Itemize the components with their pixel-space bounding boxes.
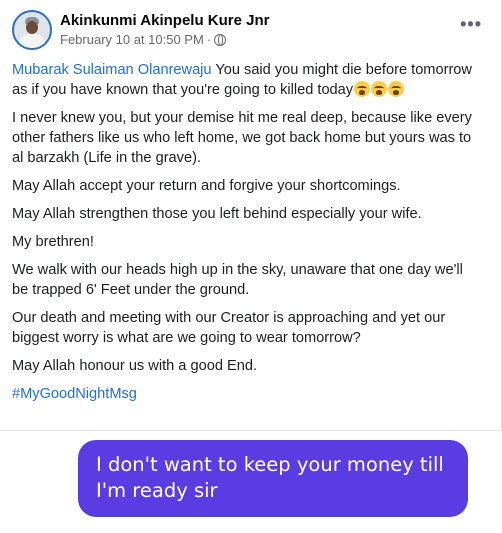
post-body: Mubarak Sulaiman Olanrewaju You said you… bbox=[12, 60, 482, 412]
post-paragraph: May Allah strengthen those you left behi… bbox=[12, 206, 422, 222]
crying-face-icon bbox=[371, 81, 388, 97]
post-paragraph: Mubarak Sulaiman Olanrewaju You said you… bbox=[12, 60, 482, 100]
post-timestamp[interactable]: February 10 at 10:50 PM bbox=[60, 32, 204, 47]
author-name[interactable]: Akinkunmi Akinpelu Kure Jnr bbox=[60, 12, 269, 29]
chat-bubble: I don't want to keep your money till I'm… bbox=[78, 440, 468, 517]
post-paragraph: May Allah accept your return and forgive… bbox=[12, 178, 401, 194]
divider bbox=[0, 430, 502, 431]
facebook-post: Akinkunmi Akinpelu Kure Jnr February 10 … bbox=[0, 0, 502, 430]
post-paragraph: We walk with our heads high up in the sk… bbox=[12, 262, 463, 298]
post-paragraph: May Allah honour us with a good End. bbox=[12, 358, 258, 374]
avatar-head bbox=[26, 21, 38, 34]
post-meta: February 10 at 10:50 PM · bbox=[60, 32, 227, 47]
post-header: Akinkunmi Akinpelu Kure Jnr February 10 … bbox=[12, 10, 490, 52]
post-paragraph: Our death and meeting with our Creator i… bbox=[12, 310, 446, 346]
chat-message: I don't want to keep your money till I'm… bbox=[96, 453, 444, 502]
crying-face-icon bbox=[388, 81, 405, 97]
avatar-gown bbox=[19, 34, 45, 48]
post-paragraph: My brethren! bbox=[12, 234, 94, 250]
mention-link[interactable]: Mubarak Sulaiman Olanrewaju bbox=[12, 62, 212, 78]
hashtag-link[interactable]: #MyGoodNightMsg bbox=[12, 386, 137, 402]
crying-face-icon bbox=[354, 81, 371, 97]
globe-icon[interactable] bbox=[214, 33, 227, 46]
post-paragraph: #MyGoodNightMsg bbox=[12, 384, 482, 404]
meta-separator: · bbox=[206, 32, 212, 47]
author-avatar[interactable] bbox=[12, 10, 52, 50]
post-paragraph: I never knew you, but your demise hit me… bbox=[12, 110, 472, 166]
more-options-button[interactable]: ••• bbox=[460, 14, 482, 35]
